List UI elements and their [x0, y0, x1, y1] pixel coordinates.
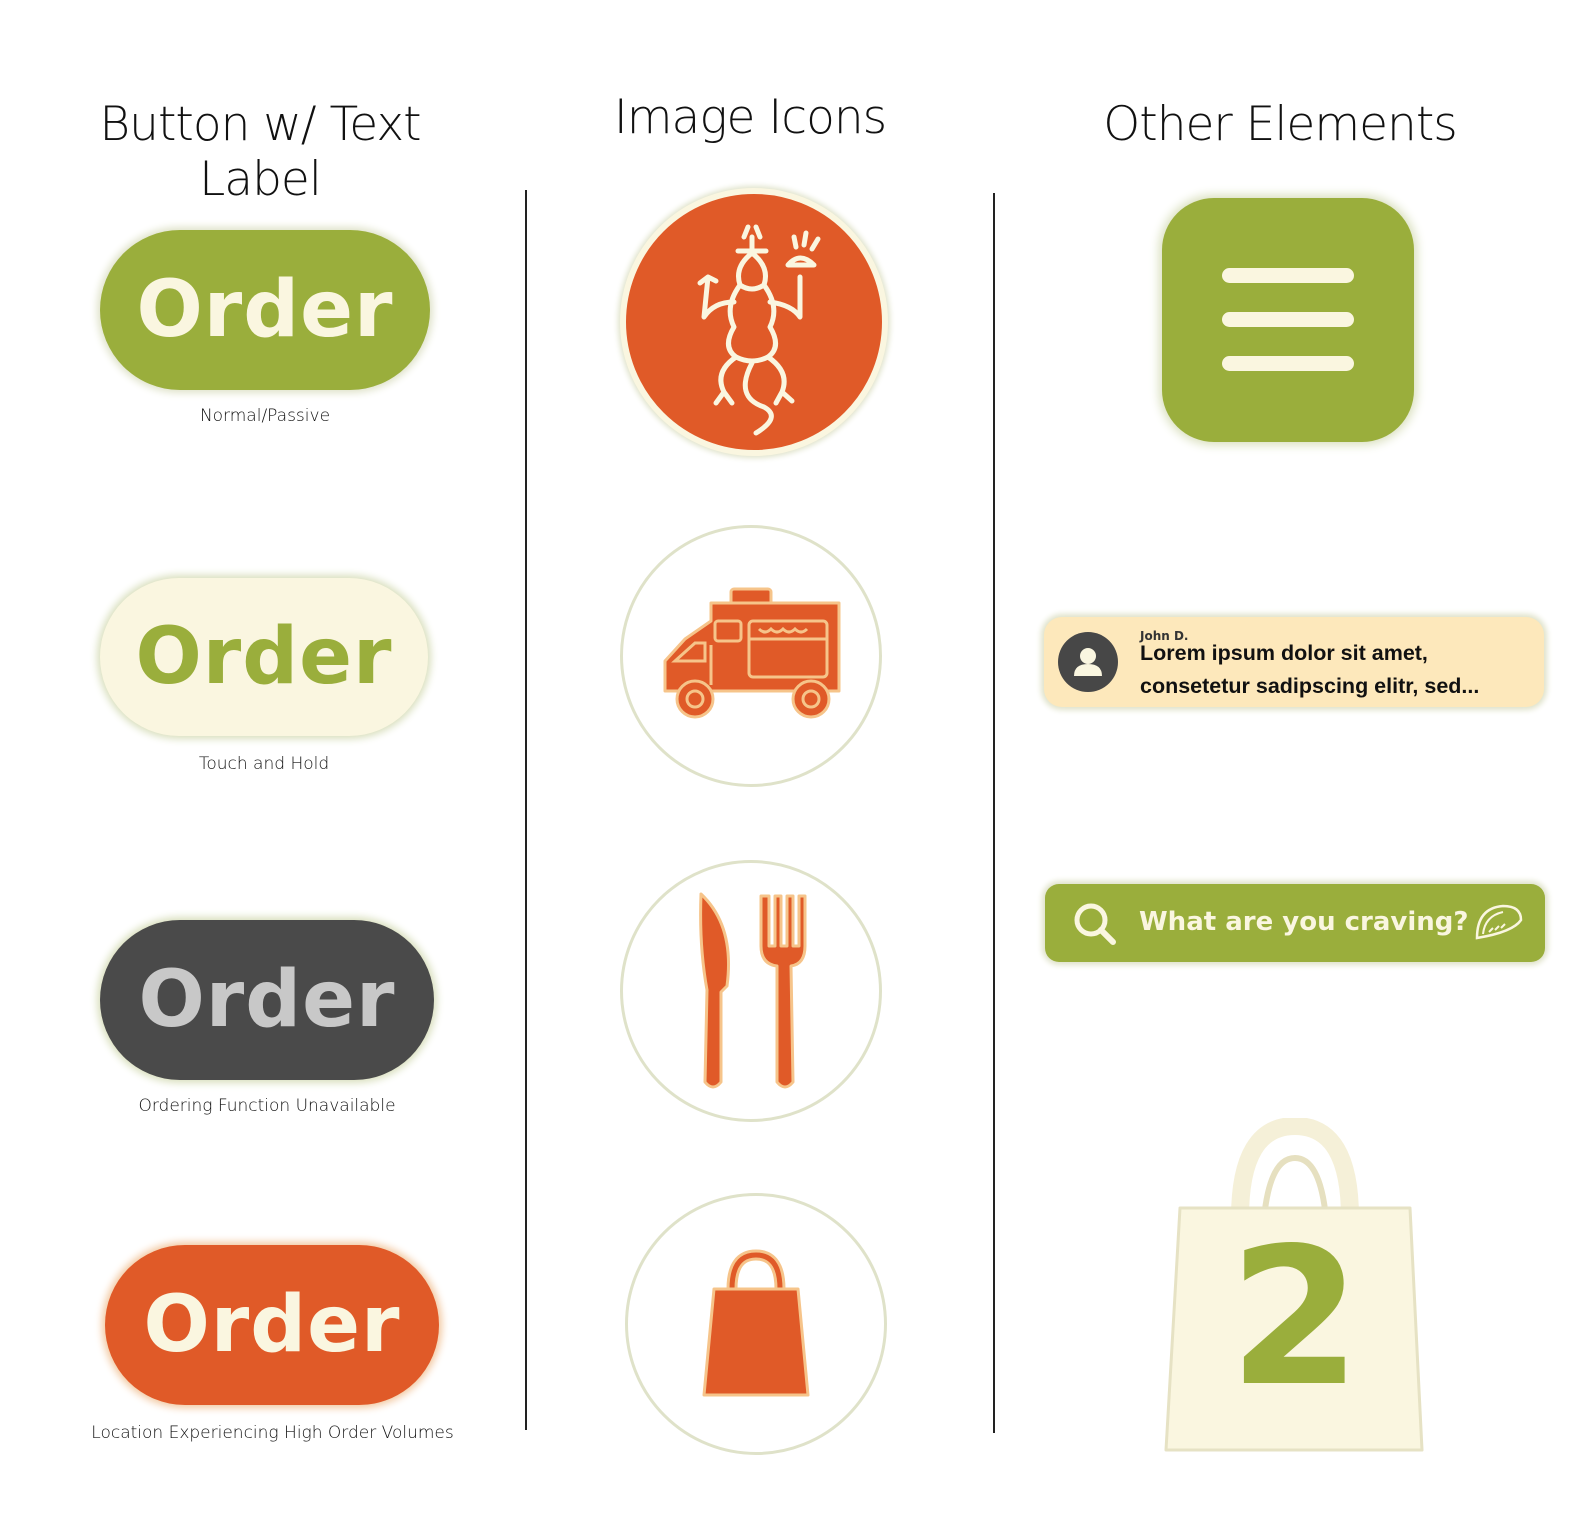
search-bar[interactable]: What are you craving?: [1045, 884, 1545, 962]
column-divider-left: [525, 190, 527, 1430]
column-divider-right: [993, 193, 995, 1433]
lizard-mascot-icon[interactable]: [620, 188, 888, 456]
order-button-touch-hold[interactable]: Order: [100, 578, 428, 736]
caption-normal: Normal/Passive: [199, 406, 331, 426]
review-card[interactable]: John D. Lorem ipsum dolor sit amet, cons…: [1044, 617, 1544, 707]
food-truck-icon[interactable]: [620, 525, 882, 787]
cart-bag[interactable]: 2: [1160, 1118, 1430, 1453]
review-text-line1: Lorem ipsum dolor sit amet,: [1140, 641, 1428, 665]
review-text-line2: consetetur sadipscing elitr, sed...: [1140, 674, 1480, 698]
order-button-unavailable[interactable]: Order: [100, 920, 434, 1080]
shopping-bag-icon[interactable]: [625, 1193, 887, 1455]
avatar: [1058, 632, 1118, 692]
taco-icon: [1475, 904, 1523, 940]
caption-touch-hold: Touch and Hold: [198, 754, 330, 774]
knife-fork-icon[interactable]: [620, 860, 882, 1122]
icons-column-title: Image Icons: [613, 90, 887, 145]
order-button-normal[interactable]: Order: [100, 230, 430, 390]
caption-high-volume: Location Experiencing High Order Volumes: [91, 1423, 454, 1443]
order-button-high-volume[interactable]: Order: [105, 1245, 439, 1405]
buttons-column-title: Button w/ Text Label: [99, 97, 421, 207]
hamburger-menu-button[interactable]: [1162, 198, 1414, 442]
other-column-title: Other Elements: [1103, 97, 1457, 152]
hamburger-menu-icon: [1162, 198, 1414, 442]
search-icon: [1074, 903, 1116, 945]
search-input[interactable]: What are you craving?: [1139, 907, 1468, 937]
caption-unavailable: Ordering Function Unavailable: [138, 1096, 396, 1116]
cart-count: 2: [1228, 1207, 1362, 1428]
